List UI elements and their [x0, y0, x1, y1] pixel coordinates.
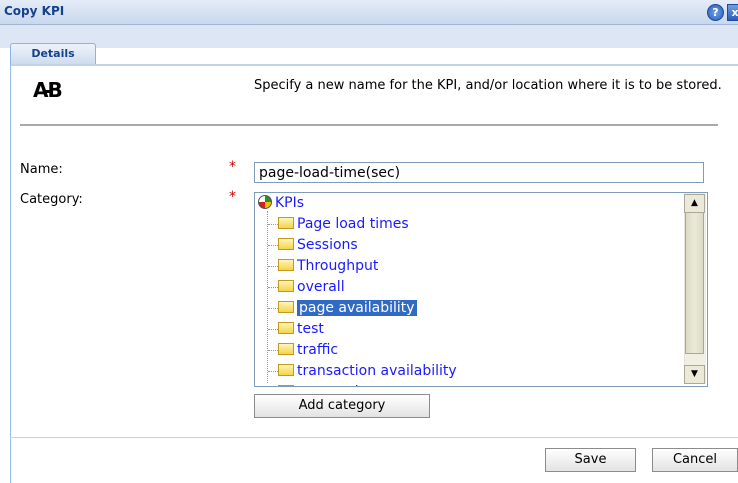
tree-connector [268, 266, 278, 267]
tree-item-traffic[interactable]: traffic [278, 340, 338, 360]
close-icon[interactable]: x [727, 4, 738, 21]
tree-connector [268, 308, 278, 309]
folder-icon [278, 238, 294, 250]
folder-icon [278, 259, 294, 271]
name-label: Name: [20, 162, 63, 177]
footer-divider [10, 437, 738, 438]
open-folder-icon [278, 343, 294, 355]
tree-item-transactions[interactable]: transactions [278, 382, 383, 386]
scroll-down-icon[interactable]: ▼ [684, 365, 705, 384]
instructions-text: Specify a new name for the KPI, and/or l… [254, 78, 722, 93]
window-titlebar: Copy KPI ? x [0, 0, 738, 25]
help-icon[interactable]: ? [707, 4, 724, 21]
tree-item-throughput[interactable]: Throughput [278, 256, 378, 276]
tree-item-test[interactable]: test [278, 319, 324, 339]
tree-item-label: Page load times [297, 216, 409, 232]
folder-icon [278, 322, 294, 334]
tree-connector [267, 211, 268, 383]
scroll-up-icon[interactable]: ▲ [684, 194, 705, 213]
tree-root-label: KPIs [275, 195, 305, 211]
tab-details[interactable]: Details [10, 43, 96, 64]
cancel-button[interactable]: Cancel [652, 448, 738, 472]
app-logo: AB [33, 78, 63, 102]
folder-icon [278, 385, 294, 386]
tree-item-label-selected: page availability [297, 300, 417, 316]
tree-root[interactable]: KPIs [258, 193, 304, 213]
category-label: Category: [20, 192, 83, 207]
tree-item-overall[interactable]: overall [278, 277, 345, 297]
gauge-icon [258, 195, 272, 209]
folder-icon [278, 217, 294, 229]
tree-item-label: Throughput [297, 258, 379, 274]
folder-icon [278, 280, 294, 292]
tree-connector [268, 245, 278, 246]
tree-item-label: test [297, 321, 324, 337]
tree-item-page-availability[interactable]: page availability [278, 298, 417, 318]
folder-icon [278, 301, 294, 313]
tree-item-label: overall [297, 279, 345, 295]
tab-strip [0, 25, 738, 48]
tab-underline [10, 64, 738, 66]
category-tree[interactable]: KPIs Page load times Sessions Throughput… [254, 192, 708, 387]
tree-item-sessions[interactable]: Sessions [278, 235, 358, 255]
scrollbar-thumb[interactable] [685, 212, 704, 354]
tree-item-transaction-availability[interactable]: transaction availability [278, 361, 457, 381]
tree-item-label: transaction availability [297, 363, 457, 379]
tree-item-label: Sessions [297, 237, 358, 253]
tree-item-label: transactions [297, 384, 383, 386]
category-required-mark: * [229, 189, 236, 205]
tree-connector [268, 224, 278, 225]
name-required-mark: * [229, 159, 236, 175]
divider [20, 124, 718, 126]
add-category-button[interactable]: Add category [254, 394, 430, 418]
tree-connector [268, 287, 278, 288]
tree-connector [268, 350, 278, 351]
tree-connector [268, 371, 278, 372]
tree-item-page-load-times[interactable]: Page load times [278, 214, 409, 234]
save-button[interactable]: Save [545, 448, 636, 472]
window-title: Copy KPI [4, 4, 65, 18]
panel-border [10, 64, 11, 483]
tree-item-label: traffic [297, 342, 339, 358]
name-input[interactable]: page-load-time(sec) [254, 162, 704, 183]
folder-icon [278, 364, 294, 376]
tree-connector [268, 329, 278, 330]
